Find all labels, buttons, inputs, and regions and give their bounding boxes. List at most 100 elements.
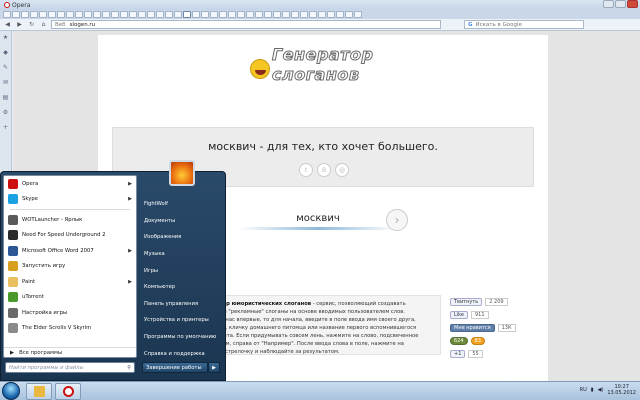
tab-favicon[interactable] <box>327 11 335 18</box>
tab-favicon[interactable] <box>84 11 92 18</box>
tab-favicon[interactable] <box>111 11 119 18</box>
word-input[interactable]: москвич <box>238 213 398 224</box>
tab-favicon[interactable] <box>3 11 11 18</box>
start-program-item[interactable]: The Elder Scrolls V Skyrim <box>4 321 136 337</box>
tab-favicon[interactable] <box>75 11 83 18</box>
tab-favicon[interactable] <box>120 11 128 18</box>
start-program-item[interactable]: Запустить игру <box>4 259 136 275</box>
tab-favicon[interactable] <box>21 11 29 18</box>
notes-icon[interactable]: ✎ <box>2 63 10 71</box>
tab-favicon[interactable] <box>48 11 56 18</box>
start-program-item[interactable]: Настройка игры <box>4 305 136 321</box>
home-icon[interactable]: ⌂ <box>39 20 48 29</box>
tab-favicon[interactable] <box>138 11 146 18</box>
start-place-item[interactable]: Устройства и принтеры <box>140 312 224 329</box>
all-programs-button[interactable]: ▶ Все программы <box>4 347 136 357</box>
user-picture[interactable] <box>169 160 195 186</box>
start-program-item[interactable]: Skype ▶ <box>4 192 136 208</box>
tab-favicon[interactable] <box>354 11 362 18</box>
start-place-item[interactable]: Музыка <box>140 246 224 263</box>
network-icon[interactable]: ▮ <box>591 387 594 393</box>
clock[interactable]: 10:27 13.05.2012 <box>607 384 636 396</box>
tab-favicon[interactable] <box>318 11 326 18</box>
back-icon[interactable]: ◀ <box>3 20 12 29</box>
tab-favicon[interactable] <box>210 11 218 18</box>
tab-favicon[interactable] <box>264 11 272 18</box>
generate-arrow-button[interactable]: › <box>386 209 408 231</box>
tab-favicon[interactable] <box>156 11 164 18</box>
opera-menu-button[interactable]: Opera <box>0 0 34 10</box>
tweet-button[interactable]: Твитнуть <box>450 297 483 306</box>
tab-favicon[interactable] <box>246 11 254 18</box>
search-input[interactable]: G Искать в Google <box>464 20 584 29</box>
tab-favicon[interactable] <box>219 11 227 18</box>
history-icon[interactable]: ▤ <box>2 93 10 101</box>
tab-favicon[interactable] <box>192 11 200 18</box>
start-search-input[interactable]: Найти программы и файлы ⚲ <box>5 362 135 373</box>
start-program-item[interactable]: Need For Speed Underground 2 <box>4 228 136 244</box>
tab-favicon[interactable] <box>228 11 236 18</box>
tab-favicon[interactable] <box>183 11 191 18</box>
start-place-item[interactable]: Игры <box>140 262 224 279</box>
tab-favicon[interactable] <box>66 11 74 18</box>
start-program-item[interactable]: uTorrent <box>4 290 136 306</box>
tab-favicon[interactable] <box>39 11 47 18</box>
shutdown-options-button[interactable]: ▶ <box>208 362 220 373</box>
maximize-button[interactable] <box>615 0 626 8</box>
widgets-icon[interactable]: ◆ <box>2 48 10 56</box>
forward-icon[interactable]: ▶ <box>15 20 24 29</box>
tab-favicon[interactable] <box>30 11 38 18</box>
start-program-item[interactable]: Paint ▶ <box>4 274 136 290</box>
add-panel-icon[interactable]: + <box>2 123 10 131</box>
tab-favicon[interactable] <box>147 11 155 18</box>
tab-favicon[interactable] <box>273 11 281 18</box>
vk-like-button[interactable]: Мне нравится <box>450 323 495 332</box>
start-place-item[interactable]: Программы по умолчанию <box>140 329 224 346</box>
start-place-item[interactable]: Изображения <box>140 229 224 246</box>
taskbar-opera[interactable] <box>55 383 81 400</box>
tab-favicon[interactable] <box>102 11 110 18</box>
tab-favicon[interactable] <box>345 11 353 18</box>
start-button[interactable] <box>2 382 20 400</box>
tab-favicon[interactable] <box>57 11 65 18</box>
tab-favicon[interactable] <box>237 11 245 18</box>
ok-class-button[interactable]: 624 <box>450 336 468 345</box>
mailru-button[interactable]: 83 <box>470 336 485 345</box>
tab-favicon[interactable] <box>129 11 137 18</box>
shutdown-button[interactable]: Завершение работы <box>142 362 208 373</box>
start-place-item[interactable]: FightWolf <box>140 196 224 213</box>
facebook-like-button[interactable]: Like <box>450 310 468 319</box>
site-logo[interactable]: Генератор слоганов <box>250 45 390 91</box>
bookmarks-icon[interactable]: ★ <box>2 33 10 41</box>
mail-icon[interactable]: ✉ <box>2 78 10 86</box>
start-program-item[interactable]: Opera ▶ <box>4 176 136 192</box>
reload-icon[interactable]: ↻ <box>27 20 36 29</box>
close-button[interactable] <box>627 0 638 8</box>
transfers-icon[interactable]: ⚙ <box>2 108 10 116</box>
tab-favicon[interactable] <box>291 11 299 18</box>
minimize-button[interactable] <box>603 0 614 8</box>
address-field[interactable]: Веб slogen.ru <box>51 20 441 29</box>
volume-icon[interactable]: ◀) <box>598 387 604 393</box>
start-program-item[interactable]: Microsoft Office Word 2007 ▶ <box>4 243 136 259</box>
tab-favicon[interactable] <box>174 11 182 18</box>
tab-favicon[interactable] <box>12 11 20 18</box>
start-place-item[interactable]: Документы <box>140 213 224 230</box>
tab-favicon[interactable] <box>165 11 173 18</box>
taskbar-explorer[interactable] <box>26 383 52 400</box>
tab-favicon[interactable] <box>201 11 209 18</box>
vk-icon[interactable]: B <box>317 163 331 177</box>
tab-favicon[interactable] <box>255 11 263 18</box>
start-place-item[interactable]: Панель управления <box>140 296 224 313</box>
tab-favicon[interactable] <box>93 11 101 18</box>
language-indicator[interactable]: RU <box>580 387 587 393</box>
gplus-button[interactable]: +1 <box>450 349 466 358</box>
tab-favicon[interactable] <box>309 11 317 18</box>
tab-favicon[interactable] <box>336 11 344 18</box>
tab-favicon[interactable] <box>300 11 308 18</box>
start-place-item[interactable]: Компьютер <box>140 279 224 296</box>
tab-favicon[interactable] <box>282 11 290 18</box>
start-program-item[interactable]: WOTLauncher - Ярлык <box>4 212 136 228</box>
start-place-item[interactable]: Справка и поддержка <box>140 345 224 362</box>
twitter-icon[interactable]: t <box>299 163 313 177</box>
